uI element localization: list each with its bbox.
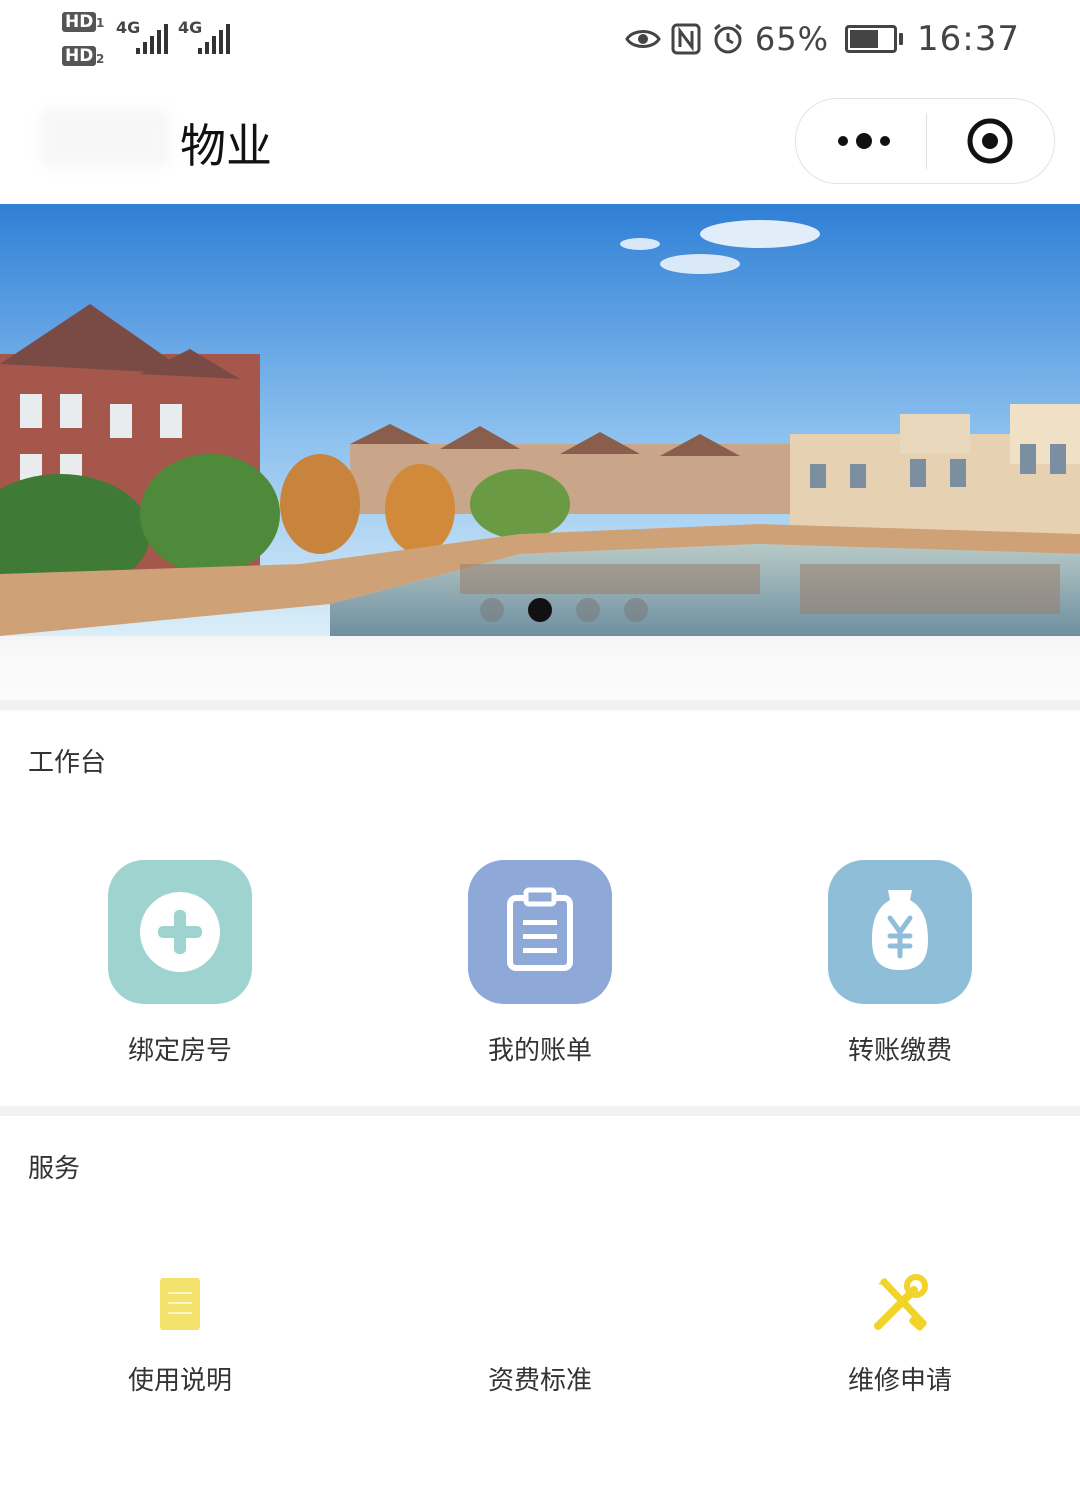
section-title-services: 服务 xyxy=(28,1154,81,1184)
transfer-pay-button[interactable]: 转账缴费 xyxy=(780,860,1020,1067)
transfer-pay-tile xyxy=(828,860,972,1004)
clipboard-icon xyxy=(507,887,573,971)
carousel-indicators xyxy=(0,598,1080,624)
bind-room-button[interactable]: 绑定房号 xyxy=(60,860,300,1067)
eye-comfort-icon xyxy=(625,30,661,48)
indicator-dot[interactable] xyxy=(480,598,504,622)
user-guide-button[interactable]: 使用说明 xyxy=(60,1274,300,1397)
bind-room-label: 绑定房号 xyxy=(127,1036,232,1066)
signal-area: HD 1 HD 2 4G 4G xyxy=(60,10,250,70)
nfc-icon xyxy=(671,23,701,55)
transfer-pay-label: 转账缴费 xyxy=(847,1036,952,1066)
battery-icon xyxy=(845,25,904,53)
banner-carousel[interactable] xyxy=(0,204,1080,636)
user-guide-label: 使用说明 xyxy=(127,1366,232,1396)
section-divider xyxy=(0,1106,1080,1116)
mini-program-capsule xyxy=(795,98,1055,184)
clock: 16:37 xyxy=(917,19,1020,59)
my-bill-button[interactable]: 我的账单 xyxy=(420,860,660,1067)
document-icon xyxy=(150,1274,210,1334)
signal-bars-2-icon xyxy=(198,24,230,54)
more-menu-icon[interactable] xyxy=(824,119,924,163)
tools-icon xyxy=(870,1274,930,1334)
sim-1-label: 1 xyxy=(96,16,105,30)
sim-2-label: 2 xyxy=(96,52,105,66)
section-divider xyxy=(0,700,1080,710)
fee-standard-icon-placeholder xyxy=(510,1274,570,1334)
repair-request-button[interactable]: 维修申请 xyxy=(780,1274,1020,1397)
indicator-dot[interactable] xyxy=(624,598,648,622)
status-bar: HD 1 HD 2 4G 4G 65% 16:37 xyxy=(0,0,1080,80)
indicator-dot[interactable] xyxy=(576,598,600,622)
status-icons: 65% 16:37 xyxy=(625,14,1020,64)
plus-circle-icon xyxy=(140,892,220,972)
my-bill-tile xyxy=(468,860,612,1004)
bind-room-tile xyxy=(108,860,252,1004)
money-bag-icon xyxy=(872,890,928,970)
signal-bars-1-icon xyxy=(136,24,168,54)
page-title: 物业 xyxy=(180,119,272,173)
alarm-icon xyxy=(713,23,742,54)
hd-badge-1: HD xyxy=(62,12,97,32)
hd-badge-2: HD xyxy=(62,46,97,66)
nav-bar: 物业 xyxy=(0,80,1080,204)
my-bill-label: 我的账单 xyxy=(487,1036,592,1066)
fee-standard-button[interactable]: 资费标准 xyxy=(420,1274,660,1397)
repair-request-label: 维修申请 xyxy=(847,1366,952,1396)
battery-percent: 65% xyxy=(754,20,830,58)
indicator-dot-active[interactable] xyxy=(528,598,552,622)
banner-image xyxy=(0,204,1080,636)
blurred-app-name xyxy=(40,108,170,168)
close-mini-program-icon[interactable] xyxy=(966,117,1014,165)
fee-standard-label: 资费标准 xyxy=(487,1366,592,1396)
section-title-workbench: 工作台 xyxy=(28,748,107,778)
capsule-divider xyxy=(926,113,927,169)
